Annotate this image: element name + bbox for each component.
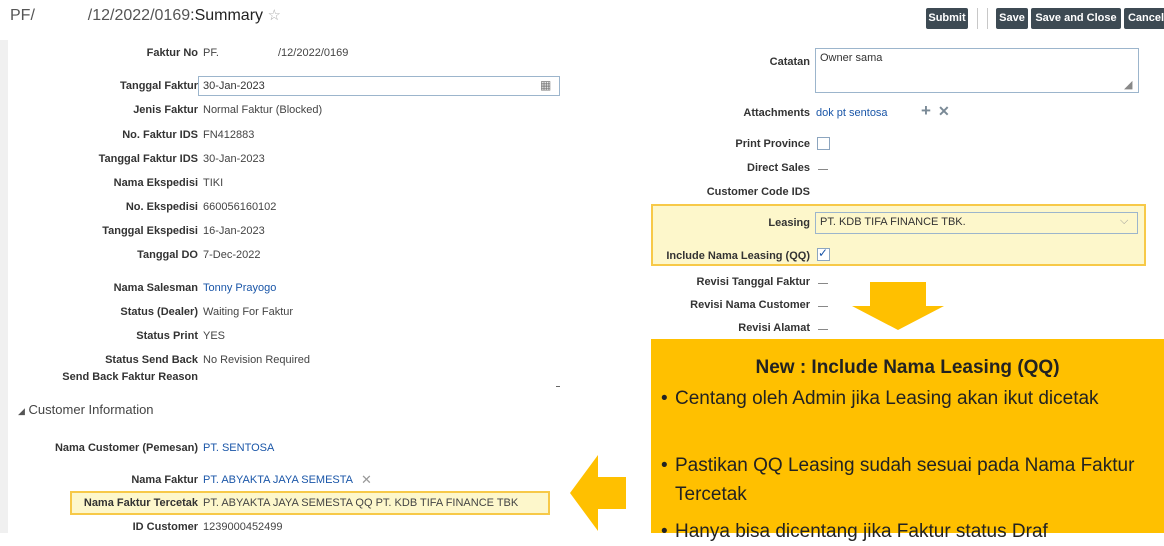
nama-customer-link[interactable]: PT. SENTOSA <box>203 442 274 454</box>
section-title: Customer Information <box>28 402 154 417</box>
nama-faktur-tercetak-label: Nama Faktur Tercetak <box>83 497 198 509</box>
faktur-no-prefix: PF. <box>203 47 219 59</box>
save-and-close-button[interactable]: Save and Close <box>1031 8 1121 29</box>
tanggal-do-value: 7-Dec-2022 <box>203 249 261 261</box>
catatan-label: Catatan <box>769 56 810 68</box>
chevron-down-icon[interactable]: ⌵ <box>1120 215 1128 228</box>
print-province-checkbox[interactable] <box>817 137 830 150</box>
status-dealer-label: Status (Dealer) <box>120 306 198 318</box>
faktur-prefix: PF/ <box>10 7 35 24</box>
callout-heading: New : Include Nama Leasing (QQ) <box>755 357 1060 378</box>
status-dealer-value: Waiting For Faktur <box>203 306 294 318</box>
customer-info-section-header[interactable]: ◢ Customer Information <box>18 402 154 417</box>
direct-sales-label: Direct Sales <box>747 162 810 174</box>
tanggal-faktur-input[interactable]: 30-Jan-2023 <box>198 76 560 96</box>
revisi-tanggal-faktur-label: Revisi Tanggal Faktur <box>696 276 811 288</box>
nama-ekspedisi-label: Nama Ekspedisi <box>113 177 198 189</box>
empty-value-dash <box>818 169 828 170</box>
send-back-reason-label: Send Back Faktur Reason <box>62 371 198 383</box>
status-send-back-value: No Revision Required <box>203 354 310 366</box>
toolbar-divider <box>987 8 988 29</box>
status-print-label: Status Print <box>136 330 198 342</box>
add-icon[interactable]: + <box>921 101 931 121</box>
revisi-alamat-label: Revisi Alamat <box>738 322 810 334</box>
nama-faktur-label: Nama Faktur <box>131 474 198 486</box>
revisi-nama-customer-label: Revisi Nama Customer <box>690 299 810 311</box>
arrow-left-icon <box>570 455 626 531</box>
no-faktur-ids-value: FN412883 <box>203 129 255 141</box>
status-send-back-label: Status Send Back <box>105 354 198 366</box>
left-panel-strip <box>0 40 8 533</box>
callout-box: New : Include Nama Leasing (QQ) • Centan… <box>651 339 1164 542</box>
jenis-faktur-value: Normal Faktur (Blocked) <box>203 104 323 116</box>
empty-value-dash <box>818 306 828 307</box>
nama-salesman-label: Nama Salesman <box>113 282 198 294</box>
attachments-label: Attachments <box>743 107 810 119</box>
checkmark-icon: ✓ <box>818 246 829 260</box>
bullet-icon: • <box>661 388 668 409</box>
leasing-label: Leasing <box>768 217 810 229</box>
faktur-no-value: /12/2022/0169 <box>278 47 349 59</box>
id-customer-label: ID Customer <box>132 521 198 533</box>
page-name: Summary <box>194 7 264 24</box>
nama-customer-label: Nama Customer (Pemesan) <box>54 442 198 454</box>
star-outline-icon[interactable]: ☆ <box>267 7 280 24</box>
tanggal-faktur-ids-value: 30-Jan-2023 <box>203 153 265 165</box>
tanggal-faktur-label: Tanggal Faktur <box>119 80 198 92</box>
tanggal-ekspedisi-value: 16-Jan-2023 <box>203 225 265 237</box>
callout-bullet: • Centang oleh Admin jika Leasing akan i… <box>661 384 1155 413</box>
attachment-link[interactable]: dok pt sentosa <box>816 107 888 119</box>
remove-icon[interactable]: ✕ <box>361 472 372 488</box>
customer-code-ids-label: Customer Code IDS <box>706 186 810 198</box>
leasing-select[interactable]: PT. KDB TIFA FINANCE TBK. <box>815 212 1138 234</box>
no-faktur-ids-label: No. Faktur IDS <box>122 129 198 141</box>
resize-handle-icon[interactable]: ◢ <box>1124 78 1132 91</box>
toolbar-divider <box>977 8 978 29</box>
include-nama-leasing-label: Include Nama Leasing (QQ) <box>666 250 810 262</box>
jenis-faktur-label: Jenis Faktur <box>133 104 198 116</box>
page-title: PF/ /12/2022/0169:Summary ☆ <box>10 7 281 24</box>
tanggal-do-label: Tanggal DO <box>137 249 198 261</box>
tanggal-ekspedisi-label: Tanggal Ekspedisi <box>102 225 198 237</box>
nama-ekspedisi-value: TIKI <box>203 177 224 189</box>
textarea-resize-mark <box>556 386 560 387</box>
collapse-triangle-icon: ◢ <box>18 406 25 416</box>
faktur-number: /12/2022/0169 <box>87 7 191 24</box>
id-customer-value: 1239000452499 <box>203 521 283 533</box>
print-province-label: Print Province <box>735 138 810 150</box>
no-ekspedisi-value: 660056160102 <box>203 201 277 213</box>
cancel-button[interactable]: Cancel <box>1124 8 1164 29</box>
submit-button[interactable]: Submit <box>926 8 968 29</box>
nama-faktur-tercetak-value: PT. ABYAKTA JAYA SEMESTA QQ PT. KDB TIFA… <box>203 497 519 509</box>
no-ekspedisi-label: No. Ekspedisi <box>125 201 198 213</box>
bullet-icon: • <box>661 455 668 476</box>
arrow-down-icon <box>852 282 944 330</box>
delete-icon[interactable]: ✕ <box>938 103 950 120</box>
faktur-no-label: Faktur No <box>146 47 198 59</box>
include-nama-leasing-checkbox[interactable]: ✓ <box>817 246 830 261</box>
nama-faktur-link[interactable]: PT. ABYAKTA JAYA SEMESTA <box>203 474 353 486</box>
bullet-icon: • <box>661 521 668 542</box>
status-print-value: YES <box>203 330 226 342</box>
catatan-textarea[interactable]: Owner sama <box>815 48 1139 93</box>
nama-salesman-link[interactable]: Tonny Prayogo <box>203 282 276 294</box>
empty-value-dash <box>818 329 828 330</box>
calendar-icon[interactable]: ▦ <box>540 78 551 92</box>
empty-value-dash <box>818 283 828 284</box>
tanggal-faktur-ids-label: Tanggal Faktur IDS <box>98 153 198 165</box>
callout-bullet: • Hanya bisa dicentang jika Faktur statu… <box>661 517 1155 546</box>
save-button[interactable]: Save <box>996 8 1028 29</box>
callout-bullet: • Pastikan QQ Leasing sudah sesuai pada … <box>661 451 1155 509</box>
